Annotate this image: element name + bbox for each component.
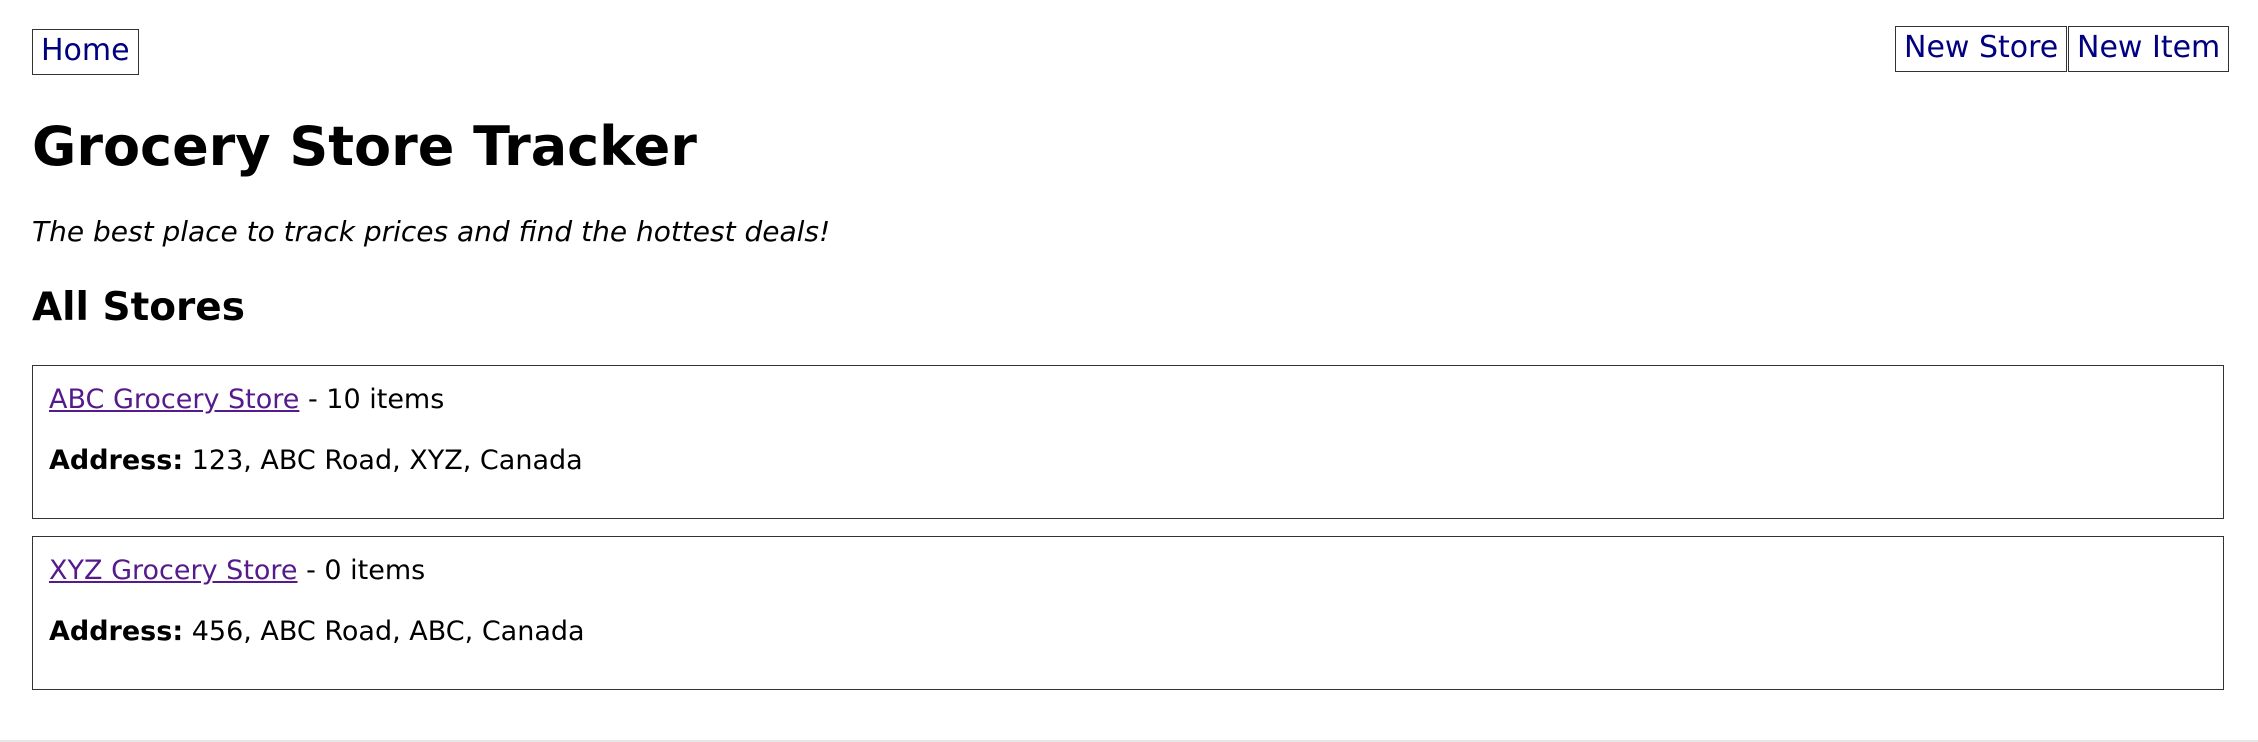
page-tagline: The best place to track prices and find … <box>32 215 831 248</box>
store-address: 123, ABC Road, XYZ, Canada <box>183 445 583 476</box>
store-address: 456, ABC Road, ABC, Canada <box>183 616 585 647</box>
store-item-count: - 0 items <box>297 555 426 586</box>
stores-heading: All Stores <box>32 285 245 330</box>
page-title: Grocery Store Tracker <box>32 115 697 178</box>
store-card: ABC Grocery Store - 10 items Address: 12… <box>32 365 2224 519</box>
home-link[interactable]: Home <box>32 29 139 75</box>
store-address-line: Address: 123, ABC Road, XYZ, Canada <box>49 441 583 481</box>
store-title-line: ABC Grocery Store - 10 items <box>49 380 444 420</box>
store-link[interactable]: XYZ Grocery Store <box>49 555 298 586</box>
store-link[interactable]: ABC Grocery Store <box>49 384 299 415</box>
new-item-link[interactable]: New Item <box>2068 26 2230 72</box>
store-address-line: Address: 456, ABC Road, ABC, Canada <box>49 612 585 652</box>
new-store-link[interactable]: New Store <box>1895 26 2068 72</box>
page: Home New Store New Item Grocery Store Tr… <box>0 0 2258 742</box>
address-label: Address: <box>49 445 184 476</box>
store-title-line: XYZ Grocery Store - 0 items <box>49 551 425 591</box>
store-card: XYZ Grocery Store - 0 items Address: 456… <box>32 536 2224 690</box>
address-label: Address: <box>49 616 184 647</box>
store-item-count: - 10 items <box>299 384 445 415</box>
